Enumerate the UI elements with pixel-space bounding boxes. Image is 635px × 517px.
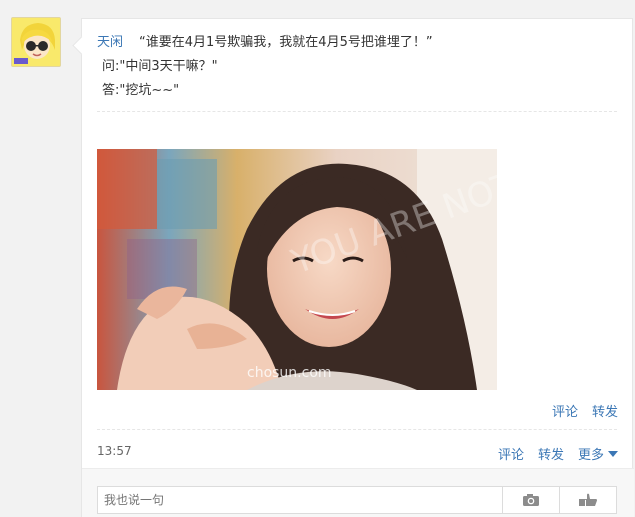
photo-forward-link[interactable]: 转发 (592, 401, 618, 420)
camera-icon (523, 494, 539, 506)
chevron-down-icon (608, 450, 618, 457)
like-hand-icon (579, 493, 597, 506)
weibo-post-card: 天闲 “谁要在4月1号欺骗我，我就在4月5号把谁埋了！” 问:"中间3天干嘛？" … (81, 18, 634, 517)
reply-input[interactable] (97, 486, 503, 514)
like-button[interactable] (559, 486, 617, 514)
more-label: 更多 (577, 448, 604, 463)
avatar[interactable] (11, 17, 61, 67)
more-menu[interactable]: 更多 (578, 444, 618, 463)
photo-comment-link[interactable]: 评论 (552, 401, 578, 420)
post-line-3: 答:"挖坑~~" (102, 83, 180, 98)
post-photo[interactable]: YOU ARE NOT ALONE chosun.com (97, 149, 497, 390)
reply-bar (82, 468, 634, 517)
camera-button[interactable] (502, 486, 560, 514)
divider (97, 429, 617, 430)
divider (97, 111, 617, 112)
post-line-1: “谁要在4月1号欺骗我，我就在4月5号把谁埋了！” (139, 35, 433, 50)
author-link[interactable]: 天闲 (97, 35, 123, 50)
forward-link[interactable]: 转发 (538, 444, 564, 463)
comment-link[interactable]: 评论 (498, 444, 524, 463)
photo-actions: 评论 转发 (552, 401, 618, 420)
post-line-2: 问:"中间3天干嘛？" (102, 59, 218, 74)
svg-text:chosun.com: chosun.com (247, 365, 332, 381)
post-time[interactable]: 13:57 (97, 444, 132, 458)
post-content: 天闲 “谁要在4月1号欺骗我，我就在4月5号把谁埋了！” 问:"中间3天干嘛？" … (97, 31, 617, 103)
post-actions: 评论 转发 更多 (498, 444, 618, 463)
